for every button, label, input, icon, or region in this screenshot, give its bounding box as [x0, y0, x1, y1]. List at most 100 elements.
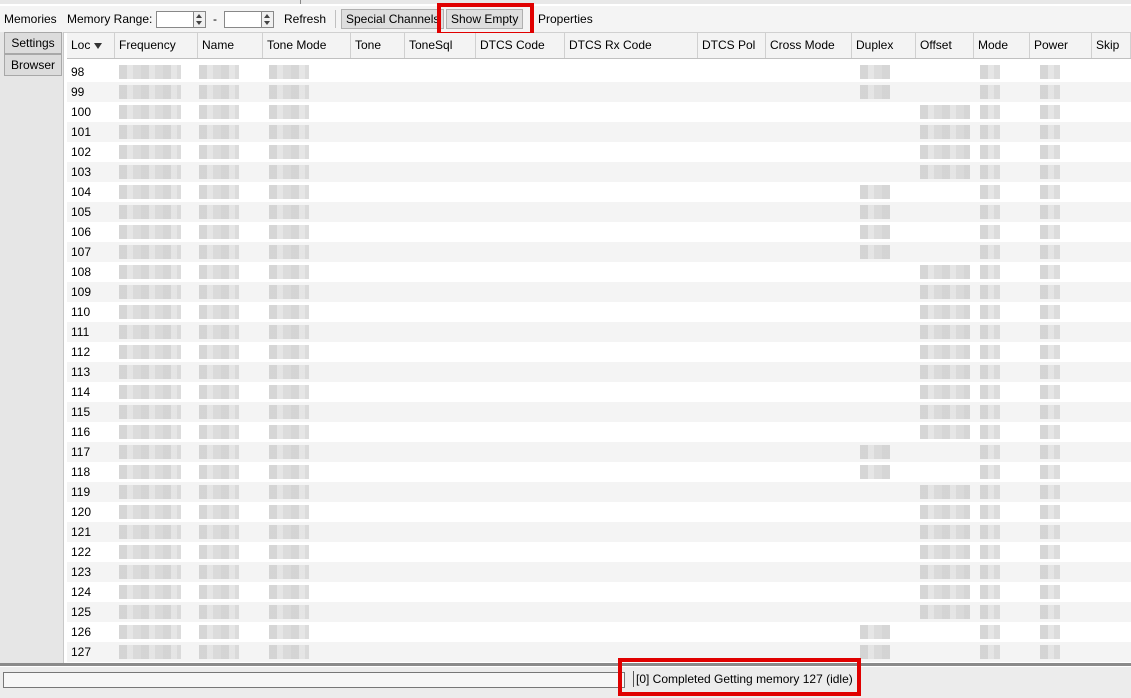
redacted-cell: [980, 205, 1000, 219]
properties-button[interactable]: Properties: [538, 6, 593, 32]
redacted-cell: [1040, 205, 1060, 219]
redacted-cell: [269, 545, 309, 559]
redacted-cell: [119, 465, 181, 479]
table-row[interactable]: 110: [67, 302, 1131, 322]
table-row[interactable]: 109: [67, 282, 1131, 302]
table-row[interactable]: 107: [67, 242, 1131, 262]
top-tick: [300, 0, 301, 4]
table-row[interactable]: 100: [67, 102, 1131, 122]
redacted-cell: [1040, 365, 1060, 379]
redacted-cell: [860, 65, 890, 79]
column-header-tonesql[interactable]: ToneSql: [405, 33, 476, 58]
column-header-dtcs-pol[interactable]: DTCS Pol: [698, 33, 766, 58]
table-row[interactable]: 104: [67, 182, 1131, 202]
table-row[interactable]: 102: [67, 142, 1131, 162]
redacted-cell: [920, 285, 970, 299]
table-row[interactable]: 103: [67, 162, 1131, 182]
table-row[interactable]: 115: [67, 402, 1131, 422]
table-header: Loc Frequency Name Tone Mode Tone ToneSql DTCS…: [67, 33, 1131, 59]
redacted-cell: [980, 625, 1000, 639]
column-header-name[interactable]: Name: [198, 33, 263, 58]
column-header-dtcs-rx-code[interactable]: DTCS Rx Code: [565, 33, 698, 58]
range-start-arrows[interactable]: [193, 11, 206, 28]
table-row[interactable]: 124: [67, 582, 1131, 602]
redacted-cell: [119, 85, 181, 99]
redacted-cell: [1040, 405, 1060, 419]
sort-descending-icon[interactable]: [94, 42, 103, 49]
loc-cell: 106: [71, 225, 92, 239]
column-header-frequency[interactable]: Frequency: [115, 33, 198, 58]
range-start-input[interactable]: [156, 11, 194, 28]
column-header-offset[interactable]: Offset: [916, 33, 974, 58]
table-row[interactable]: 113: [67, 362, 1131, 382]
table-row[interactable]: 106: [67, 222, 1131, 242]
table-row[interactable]: 121: [67, 522, 1131, 542]
redacted-cell: [1040, 225, 1060, 239]
range-end-input[interactable]: [224, 11, 262, 28]
table-row[interactable]: 111: [67, 322, 1131, 342]
table-row[interactable]: 126: [67, 622, 1131, 642]
loc-cell: 103: [71, 165, 92, 179]
table-row[interactable]: 99: [67, 82, 1131, 102]
refresh-button[interactable]: Refresh: [284, 6, 326, 32]
redacted-cell: [269, 345, 309, 359]
column-header-tone-mode[interactable]: Tone Mode: [263, 33, 351, 58]
column-header-skip[interactable]: Skip: [1092, 33, 1131, 58]
column-header-power[interactable]: Power: [1030, 33, 1092, 58]
redacted-cell: [920, 425, 970, 439]
column-header-cross-mode[interactable]: Cross Mode: [766, 33, 852, 58]
table-row[interactable]: 125: [67, 602, 1131, 622]
table-row[interactable]: 123: [67, 562, 1131, 582]
table-row[interactable]: 105: [67, 202, 1131, 222]
table-row[interactable]: 119: [67, 482, 1131, 502]
redacted-cell: [920, 485, 970, 499]
tab-settings[interactable]: Settings: [4, 32, 62, 54]
table-row[interactable]: 114: [67, 382, 1131, 402]
table-row[interactable]: 117: [67, 442, 1131, 462]
redacted-cell: [269, 605, 309, 619]
table-row[interactable]: 118: [67, 462, 1131, 482]
table-row[interactable]: 108: [67, 262, 1131, 282]
table-row[interactable]: 127: [67, 642, 1131, 662]
table-row[interactable]: 122: [67, 542, 1131, 562]
redacted-cell: [1040, 125, 1060, 139]
range-end-spinner[interactable]: [224, 11, 274, 28]
redacted-cell: [980, 525, 1000, 539]
column-header-label: Duplex: [856, 38, 894, 52]
redacted-cell: [1040, 445, 1060, 459]
range-start-spinner[interactable]: [156, 11, 206, 28]
table-row[interactable]: 101: [67, 122, 1131, 142]
redacted-cell: [199, 145, 239, 159]
loc-cell: 116: [71, 425, 91, 439]
redacted-cell: [199, 105, 239, 119]
redacted-cell: [199, 245, 239, 259]
column-header-loc[interactable]: Loc: [67, 33, 115, 58]
range-end-arrows[interactable]: [261, 11, 274, 28]
redacted-cell: [269, 325, 309, 339]
table-row[interactable]: 98: [67, 62, 1131, 82]
spin-down-icon[interactable]: [264, 21, 270, 25]
column-header-mode[interactable]: Mode: [974, 33, 1030, 58]
redacted-cell: [1040, 345, 1060, 359]
spin-up-icon[interactable]: [264, 14, 270, 18]
status-progress: [3, 672, 625, 688]
redacted-cell: [920, 525, 970, 539]
spin-down-icon[interactable]: [196, 21, 202, 25]
column-header-tone[interactable]: Tone: [351, 33, 405, 58]
redacted-cell: [269, 305, 309, 319]
column-header-duplex[interactable]: Duplex: [852, 33, 916, 58]
table-row[interactable]: 116: [67, 422, 1131, 442]
special-channels-button[interactable]: Special Channels: [341, 9, 445, 29]
spin-up-icon[interactable]: [196, 14, 202, 18]
redacted-cell: [119, 245, 181, 259]
table-row[interactable]: 112: [67, 342, 1131, 362]
redacted-cell: [119, 505, 181, 519]
tab-memories[interactable]: Memories: [4, 9, 57, 29]
tab-browser[interactable]: Browser: [4, 54, 62, 76]
memory-table: Loc Frequency Name Tone Mode Tone ToneSql DTCS…: [67, 33, 1131, 663]
redacted-cell: [980, 505, 1000, 519]
column-header-dtcs-code[interactable]: DTCS Code: [476, 33, 565, 58]
toolbar: Memory Range: - Refresh Special Channels…: [0, 6, 1131, 33]
table-row[interactable]: 120: [67, 502, 1131, 522]
redacted-cell: [199, 485, 239, 499]
